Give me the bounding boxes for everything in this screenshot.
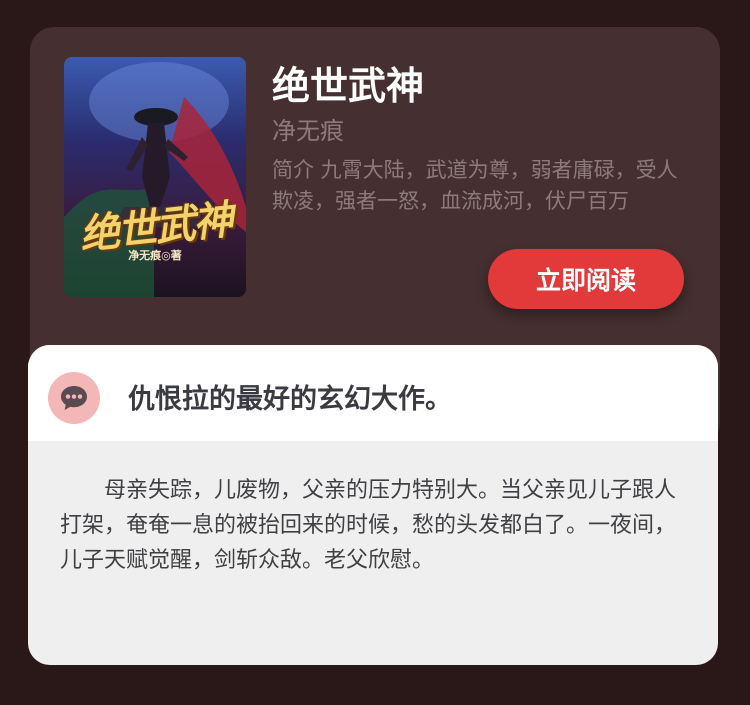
book-intro: 简介 九霄大陆，武道为尊，弱者庸碌，受人欺凌，强者一怒，血流成河，伏尸百万	[272, 158, 678, 213]
book-author: 净无痕	[272, 117, 344, 145]
comment-dots-icon	[48, 372, 100, 424]
review-body: 母亲失踪，儿废物，父亲的压力特别大。当父亲见儿子跟人打架，奄奄一息的被抬回来的时…	[60, 478, 677, 573]
book-title: 绝世武神	[272, 64, 425, 108]
cover-author-text: 净无痕◎著	[128, 249, 182, 262]
read-now-button[interactable]: 立即阅读	[488, 249, 684, 309]
review-card: 仇恨拉的最好的玄幻大作。 母亲失踪，儿废物，父亲的压力特别大。当父亲见儿子跟人打…	[28, 345, 718, 665]
book-cover-image[interactable]: 绝世武神 净无痕◎著	[64, 57, 246, 297]
review-title: 仇恨拉的最好的玄幻大作。	[128, 384, 452, 415]
review-header: 仇恨拉的最好的玄幻大作。	[28, 345, 718, 441]
